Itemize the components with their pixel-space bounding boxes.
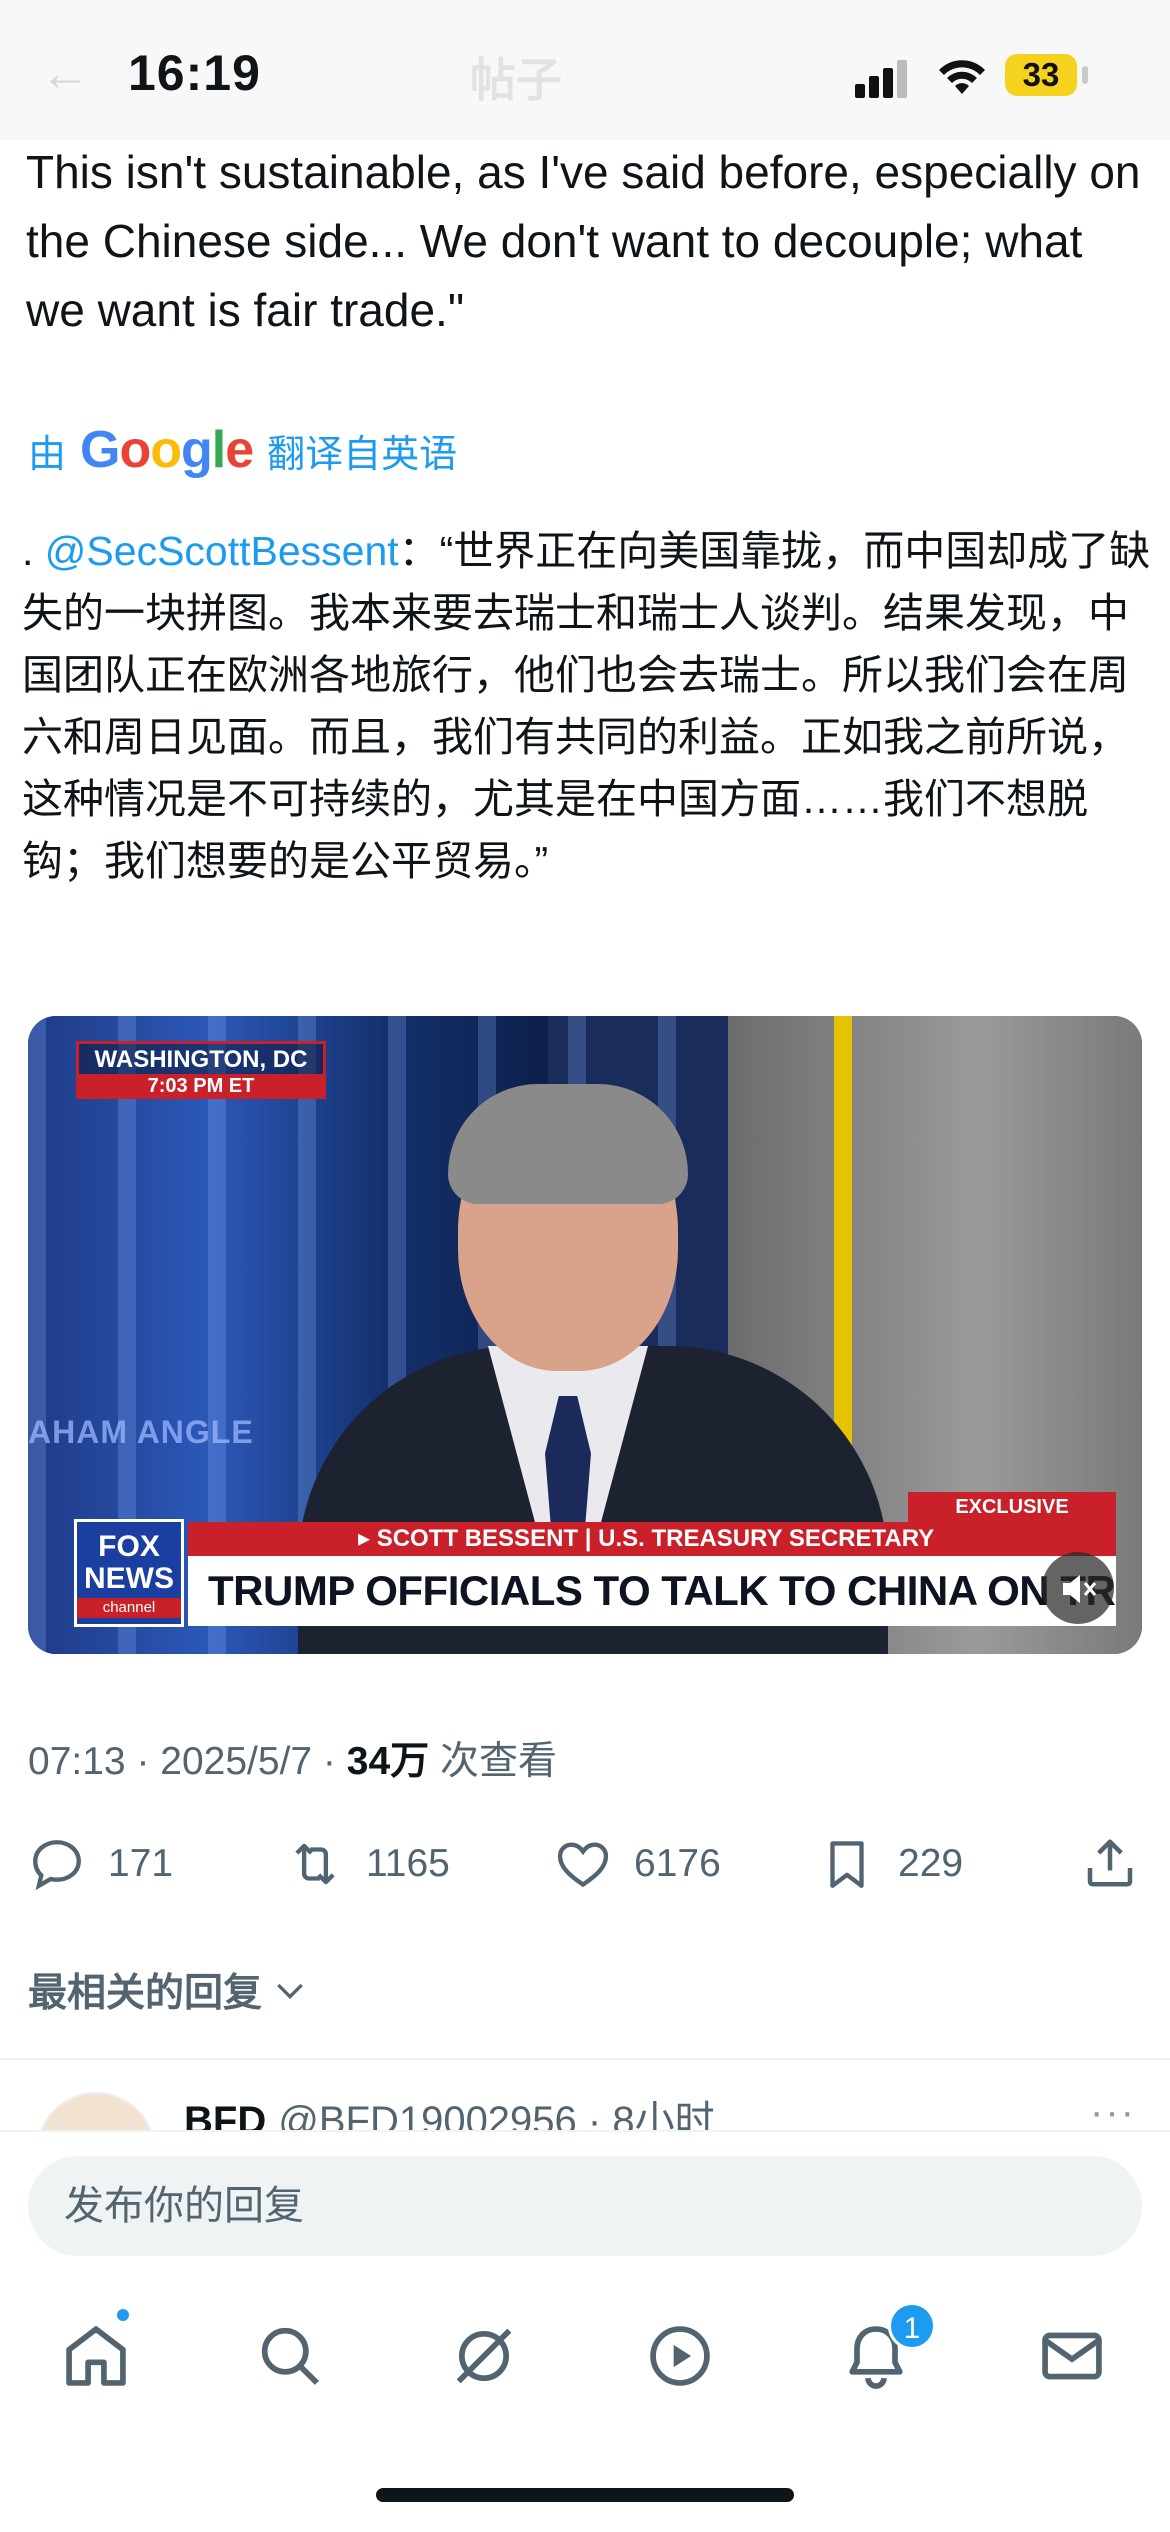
- tab-grok[interactable]: [446, 2318, 522, 2394]
- repost-count: 1165: [366, 1842, 450, 1885]
- home-icon: [66, 2326, 126, 2386]
- bookmark-count: 229: [898, 1842, 964, 1885]
- chyron-headline: TRUMP OFFICIALS TO TALK TO CHINA ON TRAD…: [188, 1556, 1116, 1626]
- mute-button[interactable]: [1042, 1552, 1114, 1624]
- grok-icon: [456, 2328, 512, 2384]
- view-count: 34万: [346, 1740, 430, 1783]
- translated-suffix: 翻译自英语: [267, 433, 458, 476]
- tab-messages[interactable]: [1034, 2318, 1110, 2394]
- tab-video[interactable]: [642, 2318, 718, 2394]
- more-options-icon[interactable]: ···: [1090, 2090, 1136, 2135]
- reply-sort-label: 最相关的回复: [28, 1972, 263, 2015]
- status-bar: ← 帖子 16:19 33: [0, 0, 1170, 140]
- tab-search[interactable]: [252, 2318, 328, 2394]
- notification-badge: 1: [888, 2302, 936, 2350]
- tweet-meta: 07:13 · 2025/5/7 · 34万 次查看: [28, 1740, 557, 1783]
- exclusive-tag: EXCLUSIVE: [908, 1492, 1116, 1522]
- tweet-text-translated: . @SecScottBessent：“世界正在向美国靠拢，而中国却成了缺失的一…: [22, 520, 1152, 892]
- show-name-fragment: AHAM ANGLE: [28, 1414, 254, 1450]
- chyron-name-bar: ▸ SCOTT BESSENT | U.S. TREASURY SECRETAR…: [188, 1522, 1116, 1556]
- chevron-down-icon: [277, 1983, 303, 2000]
- reply-count: 171: [108, 1842, 174, 1885]
- like-count: 6176: [634, 1842, 721, 1885]
- home-unread-dot: [114, 2306, 132, 2324]
- fox-news-logo: FOX NEWS channel: [74, 1519, 184, 1627]
- reply-input[interactable]: 发布你的回复: [28, 2156, 1142, 2256]
- translated-by[interactable]: 由 Google 翻译自英语: [28, 420, 457, 480]
- tab-home[interactable]: [58, 2318, 134, 2394]
- home-indicator: [376, 2488, 794, 2502]
- search-icon: [261, 2327, 319, 2385]
- battery-cap: [1082, 66, 1088, 84]
- post-date: 2025/5/7: [160, 1740, 313, 1783]
- share-icon[interactable]: [1080, 1833, 1140, 1893]
- speaker-muted-icon: [1063, 1575, 1097, 1604]
- heart-icon: [557, 1842, 609, 1888]
- battery-icon: 33: [1005, 54, 1077, 96]
- bookmark-button[interactable]: 229: [818, 1833, 963, 1895]
- back-arrow-icon[interactable]: ←: [40, 44, 90, 102]
- repost-button[interactable]: 1165: [286, 1833, 450, 1895]
- status-time: 16:19: [128, 45, 261, 101]
- reply-sort-dropdown[interactable]: 最相关的回复: [28, 1962, 310, 2018]
- page-title: 帖子: [470, 54, 562, 106]
- location-city: WASHINGTON, DC: [94, 1046, 308, 1073]
- cn-prefix: .: [22, 528, 45, 574]
- location-time: 7:03 PM ET: [79, 1074, 323, 1099]
- reply-button[interactable]: 171: [28, 1833, 173, 1895]
- divider: [0, 2058, 1170, 2060]
- video-player[interactable]: WASHINGTON, DC 7:03 PM ET AHAM ANGLE EXC…: [28, 1016, 1142, 1654]
- location-bug: WASHINGTON, DC 7:03 PM ET: [76, 1041, 326, 1099]
- video-icon: [650, 2326, 710, 2386]
- google-logo: Google: [80, 421, 254, 479]
- bookmark-icon: [830, 1841, 864, 1888]
- tweet-text-original: This isn't sustainable, as I've said bef…: [26, 146, 1141, 336]
- like-button[interactable]: 6176: [554, 1833, 721, 1895]
- signal-icon: [855, 58, 909, 98]
- mention-link[interactable]: @SecScottBessent: [45, 528, 399, 574]
- translated-prefix: 由: [28, 433, 67, 476]
- cn-body: ：“世界正在向美国靠拢，而中国却成了缺失的一块拼图。我本来要去瑞士和瑞士人谈判。…: [22, 528, 1151, 884]
- wifi-icon: [939, 60, 985, 94]
- post-time: 07:13: [28, 1740, 126, 1783]
- reply-icon: [33, 1840, 81, 1891]
- speaker-hair: [448, 1084, 688, 1204]
- messages-icon: [1042, 2332, 1102, 2380]
- repost-icon: [295, 1843, 335, 1885]
- view-label: 次查看: [429, 1740, 557, 1783]
